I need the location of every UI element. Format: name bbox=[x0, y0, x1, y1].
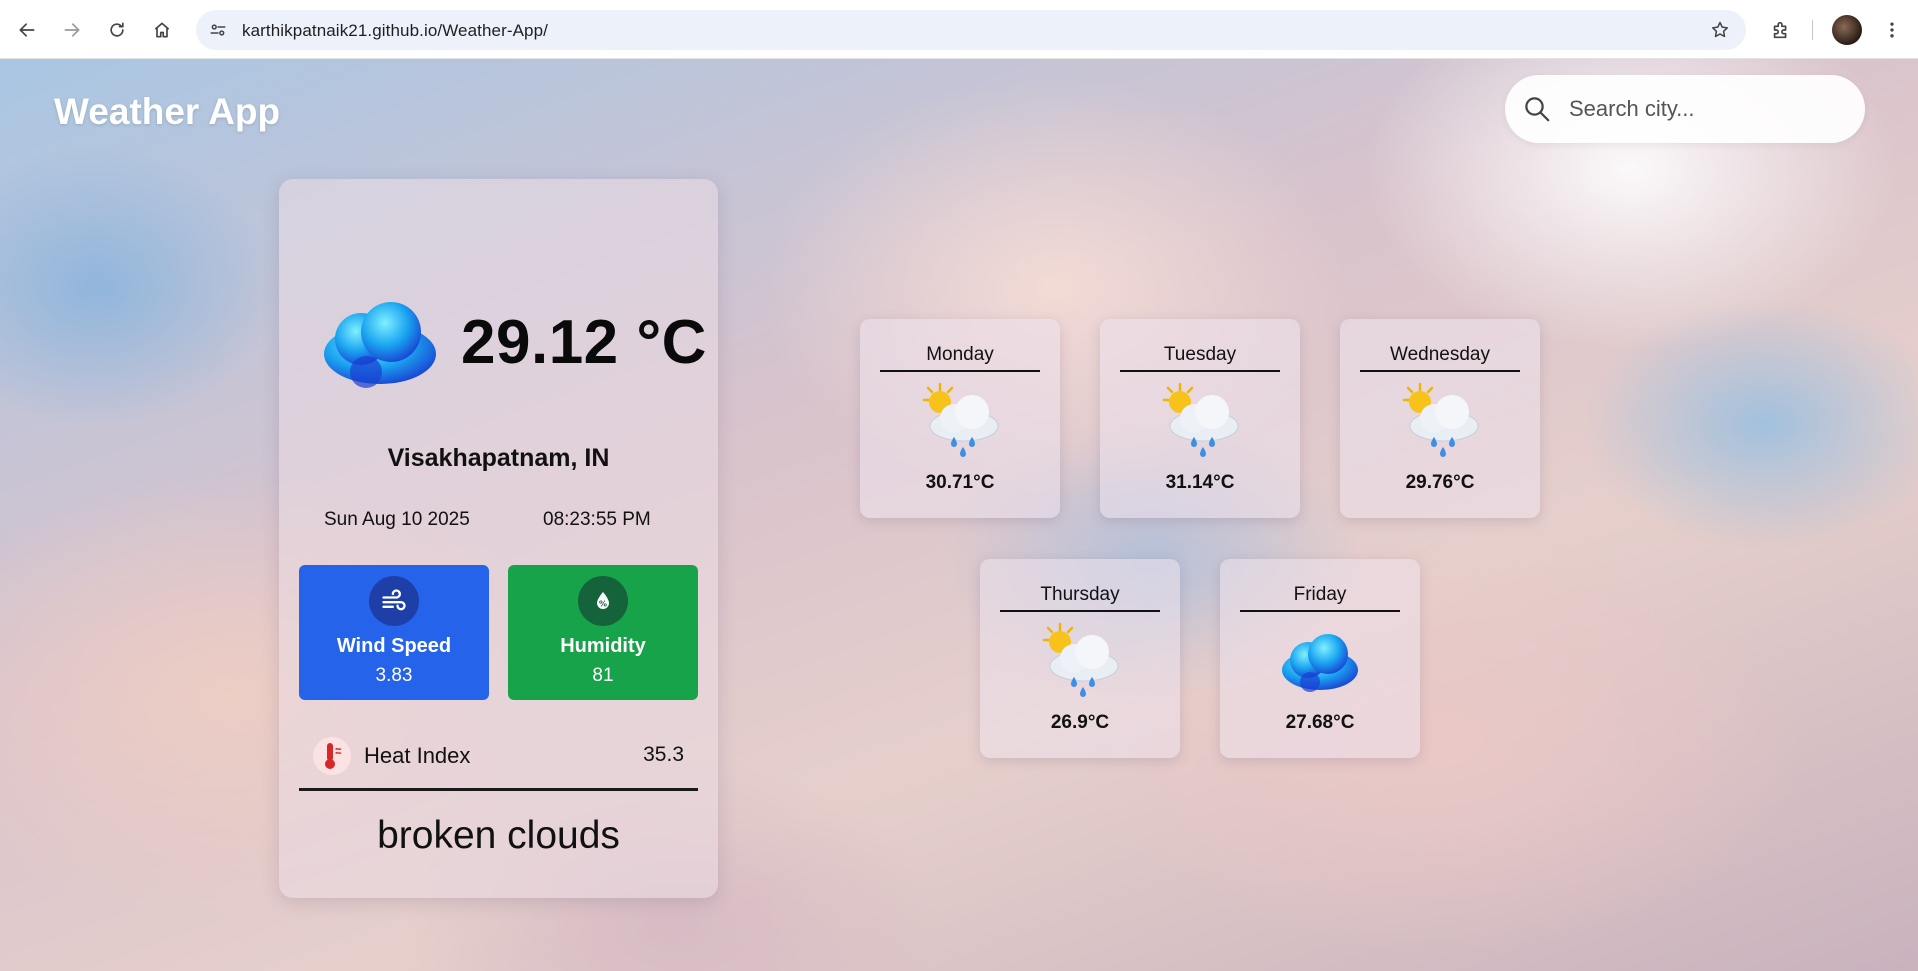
app-title: Weather App bbox=[54, 91, 281, 132]
forecast-card-friday: Friday 27.68°C bbox=[1220, 559, 1420, 758]
search-input[interactable] bbox=[1569, 89, 1849, 129]
forecast-day: Thursday bbox=[1000, 584, 1160, 612]
back-arrow-icon bbox=[19, 23, 35, 37]
forecast-temp: 27.68°C bbox=[1285, 712, 1355, 733]
wind-speed-value: 3.83 bbox=[375, 665, 413, 686]
forecast-card-monday: Monday 30.71°C bbox=[860, 319, 1060, 518]
cloud-icon bbox=[324, 302, 436, 388]
svg-text:%: % bbox=[599, 600, 607, 609]
star-icon bbox=[1711, 21, 1729, 38]
sun-cloud-rain-icon bbox=[1402, 382, 1479, 457]
profile-avatar[interactable] bbox=[1832, 15, 1862, 45]
humidity-value: 81 bbox=[592, 665, 614, 686]
search-icon[interactable] bbox=[1522, 94, 1552, 124]
more-vertical-icon bbox=[1890, 22, 1894, 38]
extensions-button[interactable] bbox=[1763, 12, 1799, 48]
forecast-card-thursday: Thursday 26.9°C bbox=[980, 559, 1180, 758]
wind-speed-card: Wind Speed 3.83 bbox=[299, 565, 489, 700]
heat-index-value: 35.3 bbox=[643, 743, 684, 766]
search-bar[interactable] bbox=[1505, 75, 1865, 143]
forecast-day: Monday bbox=[880, 344, 1040, 372]
humidity-label: Humidity bbox=[560, 635, 646, 657]
current-time: 08:23:55 PM bbox=[543, 509, 651, 530]
forecast-temp: 30.71°C bbox=[925, 472, 995, 493]
forward-button[interactable] bbox=[54, 12, 90, 48]
current-temperature: 29.12 °C bbox=[461, 308, 707, 377]
puzzle-icon bbox=[1773, 21, 1787, 39]
bookmark-button[interactable] bbox=[1704, 14, 1736, 46]
cloud-icon bbox=[1282, 634, 1358, 692]
wind-icon bbox=[369, 576, 419, 626]
reload-button[interactable] bbox=[99, 12, 135, 48]
location-label: Visakhapatnam, IN bbox=[387, 444, 610, 472]
address-bar[interactable]: karthikpatnaik21.github.io/Weather-App/ bbox=[196, 10, 1746, 50]
sun-cloud-rain-icon bbox=[922, 382, 999, 457]
url-text[interactable]: karthikpatnaik21.github.io/Weather-App/ bbox=[242, 21, 548, 41]
humidity-drop-icon: % bbox=[578, 576, 628, 626]
heat-index-row: Heat Index 35.3 bbox=[299, 731, 698, 791]
weather-description: broken clouds bbox=[377, 814, 620, 857]
sun-cloud-rain-icon bbox=[1042, 622, 1119, 697]
forecast-day: Friday bbox=[1240, 584, 1400, 612]
weather-page: Weather App 29.12 °C Visakhapatnam, IN S… bbox=[0, 59, 1918, 971]
heat-index-label: Heat Index bbox=[364, 743, 471, 768]
current-weather-card: 29.12 °C Visakhapatnam, IN Sun Aug 10 20… bbox=[279, 179, 718, 898]
site-settings-icon bbox=[210, 24, 226, 36]
forecast-card-tuesday: Tuesday 31.14°C bbox=[1100, 319, 1300, 518]
thermometer-icon bbox=[313, 737, 351, 775]
forecast-temp: 26.9°C bbox=[1050, 712, 1110, 733]
sun-cloud-rain-icon bbox=[1162, 382, 1239, 457]
browser-toolbar: karthikpatnaik21.github.io/Weather-App/ bbox=[0, 0, 1918, 59]
home-icon bbox=[154, 22, 170, 38]
forecast-card-wednesday: Wednesday 29.76°C bbox=[1340, 319, 1540, 518]
toolbar-divider bbox=[1812, 20, 1813, 40]
wind-speed-label: Wind Speed bbox=[336, 635, 452, 657]
humidity-card: % Humidity 81 bbox=[508, 565, 698, 700]
reload-icon bbox=[110, 22, 124, 37]
forecast-day: Wednesday bbox=[1360, 344, 1520, 372]
back-button[interactable] bbox=[9, 12, 45, 48]
forecast-temp: 31.14°C bbox=[1165, 472, 1235, 493]
site-info-button[interactable] bbox=[202, 14, 234, 46]
home-button[interactable] bbox=[144, 12, 180, 48]
forecast-temp: 29.76°C bbox=[1405, 472, 1475, 493]
forward-arrow-icon bbox=[64, 23, 80, 37]
current-date: Sun Aug 10 2025 bbox=[324, 509, 470, 530]
browser-menu-button[interactable] bbox=[1874, 12, 1910, 48]
forecast-day: Tuesday bbox=[1120, 344, 1280, 372]
